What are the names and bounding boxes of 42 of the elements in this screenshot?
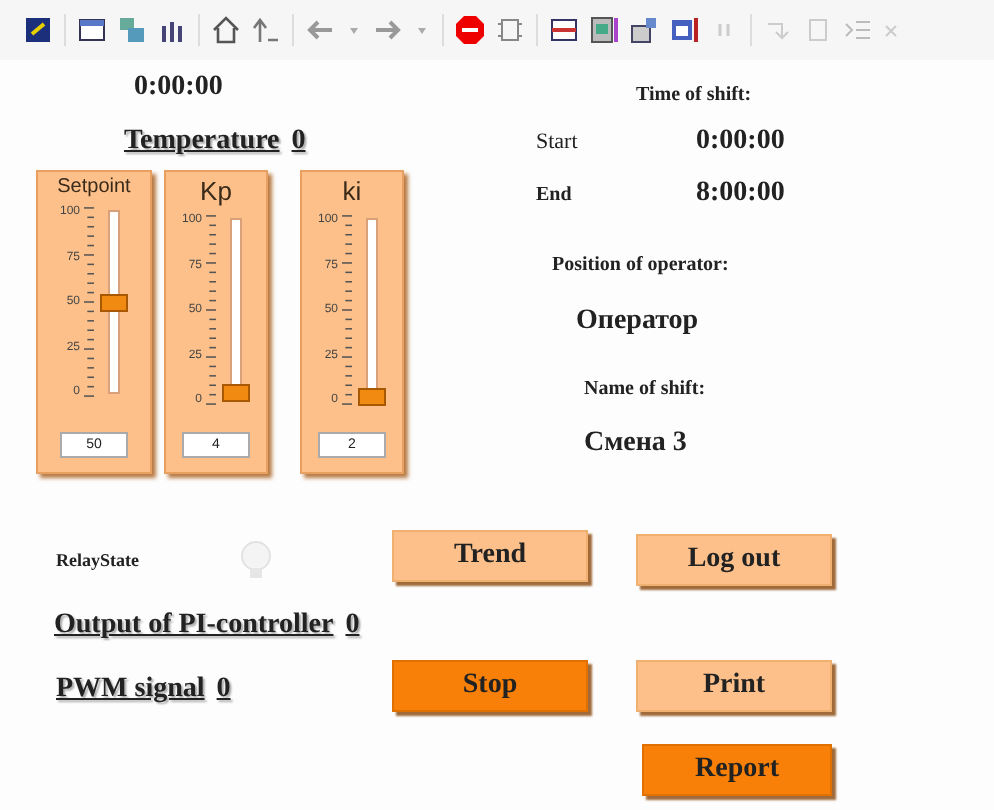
pwm-label: PWM signal (56, 674, 205, 706)
slider-label: Setpoint (57, 176, 131, 198)
stop-icon[interactable] (456, 16, 484, 44)
action-button[interactable]: Stop (392, 660, 588, 712)
relay-label: RelayState (56, 550, 139, 570)
window-icon[interactable] (550, 16, 578, 44)
frame-icon[interactable] (496, 16, 524, 44)
window-icon[interactable] (78, 16, 106, 44)
home-icon[interactable] (212, 16, 240, 44)
end-label: End (536, 183, 574, 205)
bars-icon[interactable] (158, 16, 186, 44)
clock-text: 0:00:00 (134, 72, 223, 104)
list-icon (844, 16, 872, 44)
start-label: Start (536, 130, 580, 154)
page-icon (804, 16, 832, 44)
slider-thumb[interactable] (100, 293, 128, 311)
slider-thumb[interactable] (358, 388, 386, 407)
picture-frame-icon[interactable] (590, 16, 618, 44)
start-time: 0:00:00 (696, 126, 785, 158)
action-button[interactable]: Trend (392, 530, 588, 582)
action-button[interactable]: Report (642, 744, 832, 796)
pwm-value: 0 (216, 674, 231, 706)
action-button[interactable]: Log out (636, 534, 832, 586)
shift-name-value: Смена 3 (584, 428, 687, 460)
slider-label: ki (342, 176, 362, 206)
pi-output-value: 0 (345, 610, 360, 642)
position-heading: Position of operator: (552, 254, 729, 276)
shift-name-heading: Name of shift: (584, 378, 706, 400)
forward-icon[interactable] (374, 16, 402, 44)
arrow-up-icon[interactable] (252, 16, 280, 44)
temperature-value: 0 (291, 126, 306, 158)
shift-time-heading: Time of shift: (636, 84, 752, 106)
window-icon[interactable] (24, 16, 52, 44)
slider-thumb[interactable] (222, 384, 250, 403)
back-icon[interactable] (306, 16, 334, 44)
temperature-label: Temperature (124, 126, 280, 158)
action-button[interactable]: Print (636, 660, 832, 712)
window-icon[interactable] (670, 16, 698, 44)
end-time: 8:00:00 (696, 178, 785, 210)
slider-label: Kp (200, 176, 232, 206)
position-value: Оператор (576, 306, 699, 338)
pi-output-label: Output of PI-controller (54, 610, 334, 642)
